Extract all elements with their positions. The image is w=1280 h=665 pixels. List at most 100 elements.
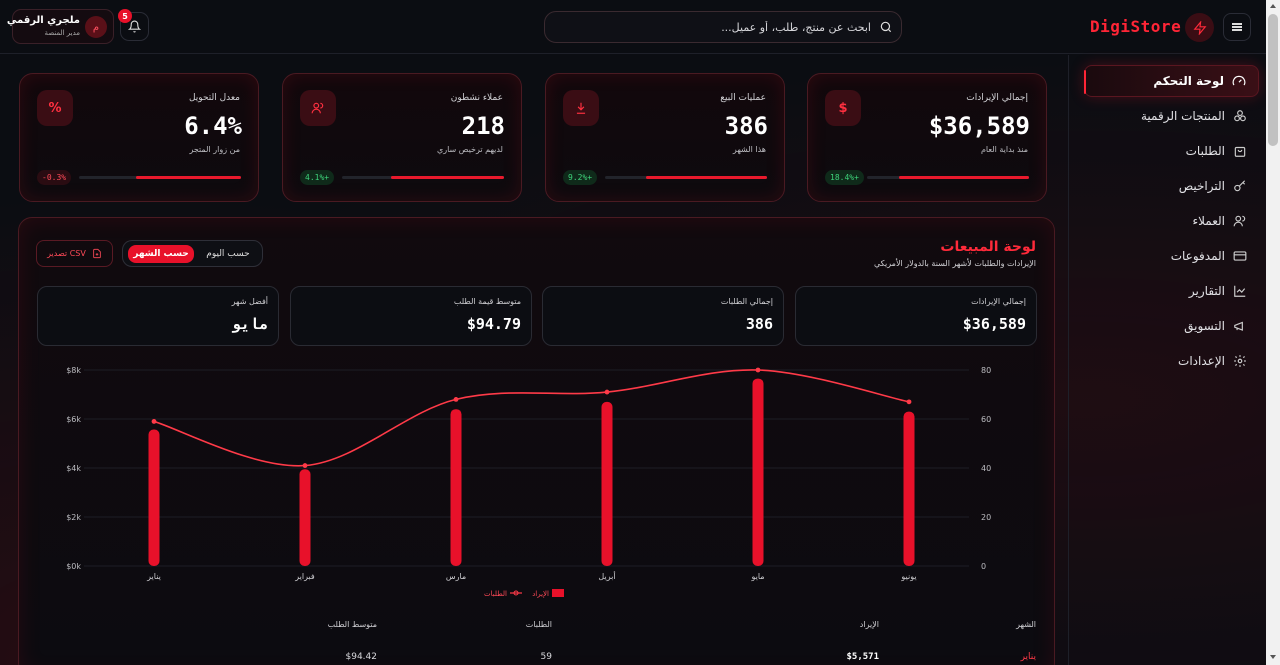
- y-left-tick-label: $0k: [66, 562, 81, 571]
- gear-icon: [1233, 354, 1247, 368]
- toggle-by-month[interactable]: حسب الشهر: [128, 245, 194, 263]
- x-tick-label: يونيو: [900, 572, 916, 581]
- brand-logo-text: DigiStore: [1090, 17, 1182, 36]
- dollar-icon: $: [825, 90, 861, 126]
- x-tick-label: فبراير: [294, 572, 315, 581]
- notification-badge: 5: [118, 9, 132, 23]
- scrollbar-thumb[interactable]: [1268, 14, 1278, 146]
- trend-badge: 4.1%+: [300, 170, 335, 185]
- kpi-card-revenue: $ إجمالي الإيرادات $36,589 منذ بداية الع…: [807, 73, 1047, 202]
- trend-badge: 9.2%+: [563, 170, 598, 185]
- trend-badge: 18.4%+: [825, 170, 864, 185]
- sidebar-item-label: الإعدادات: [1178, 354, 1225, 368]
- progress-bar: [867, 176, 1029, 179]
- kpi-value: $36,589: [928, 112, 1030, 140]
- table-cell-avg: $94.42: [345, 652, 378, 662]
- table-cell-revenue: $5,571: [846, 652, 879, 662]
- sidebar-item-label: المدفوعات: [1170, 249, 1225, 263]
- y-left-tick-label: $6k: [66, 415, 81, 424]
- progress-bar: [342, 176, 504, 179]
- y-left-tick-label: $2k: [66, 513, 81, 522]
- table-cell-month: يناير: [1020, 652, 1036, 662]
- stat-value: $94.79: [466, 315, 521, 333]
- progress-fill: [645, 176, 767, 179]
- sidebar-item-orders[interactable]: الطلبات: [1084, 135, 1259, 167]
- toggle-by-day[interactable]: حسب اليوم: [197, 245, 259, 263]
- sidebar-item-licenses[interactable]: التراخيص: [1084, 170, 1259, 202]
- scroll-up-arrow[interactable]: [1270, 4, 1276, 8]
- bell-icon: [128, 20, 141, 33]
- card-icon: [1233, 249, 1247, 263]
- kpi-value: 218: [461, 112, 505, 140]
- bag-icon: [1233, 144, 1247, 158]
- kpi-label: معدل التحويل: [188, 93, 240, 103]
- trend-badge: -0.3%: [37, 170, 72, 185]
- bolt-icon: [1185, 13, 1214, 42]
- gauge-icon: [1232, 74, 1246, 88]
- stat-label: أفضل شهر: [231, 297, 268, 306]
- scroll-down-arrow[interactable]: [1270, 655, 1276, 659]
- y-left-tick-label: $4k: [66, 464, 81, 473]
- sidebar-item-customers[interactable]: العملاء: [1084, 205, 1259, 237]
- kpi-value: 6.4%: [184, 112, 242, 140]
- sales-chart: $0k $2k $4k $6k $8k 0 20 40 60 80 يناير فبراير مارس أ…: [66, 366, 991, 598]
- x-tick-label: مايو: [750, 572, 764, 581]
- stat-card: إجمالي الطلبات 386: [542, 286, 784, 346]
- orders-line: [153, 369, 910, 467]
- sidebar-item-dashboard[interactable]: لوحة التحكم: [1084, 65, 1259, 97]
- chart-bar: [450, 409, 462, 566]
- chart-icon: [1233, 284, 1247, 298]
- period-toggle: حسب الشهر حسب اليوم: [122, 240, 263, 267]
- stat-card: متوسط قيمة الطلب $94.79: [290, 286, 532, 346]
- x-tick-label: مارس: [446, 572, 466, 581]
- sidebar-item-settings[interactable]: الإعدادات: [1084, 345, 1259, 377]
- stat-card: أفضل شهر مايو: [37, 286, 279, 346]
- progress-fill: [390, 176, 504, 179]
- kpi-subtitle: لديهم ترخيص ساري: [436, 145, 503, 154]
- orders-point: [755, 367, 761, 373]
- kpi-subtitle: هذا الشهر: [732, 145, 766, 154]
- sidebar: لوحة التحكم المنتجات الرقمية الطلبات الت…: [1068, 55, 1266, 665]
- top-bar: م ملجري الرقمي مدير المنصة 5 DigiStore: [0, 0, 1266, 54]
- orders-point: [453, 397, 459, 402]
- user-profile-button[interactable]: م ملجري الرقمي مدير المنصة: [7, 9, 114, 44]
- stat-label: إجمالي الإيرادات: [971, 297, 1026, 306]
- users-icon: [1233, 214, 1247, 228]
- orders-point: [302, 463, 308, 468]
- orders-point: [906, 399, 912, 405]
- sales-panel: لوحة المبيعات الإيرادات والطلبات لأشهر ا…: [18, 217, 1055, 665]
- table-header-month: الشهر: [1016, 620, 1036, 629]
- stat-value: مايو: [231, 315, 268, 333]
- kpi-subtitle: من زوار المتجر: [189, 145, 240, 154]
- stat-label: متوسط قيمة الطلب: [453, 297, 521, 306]
- panel-title: لوحة المبيعات: [940, 239, 1036, 255]
- chart-bar: [752, 378, 764, 566]
- export-csv-button[interactable]: تصدير CSV: [36, 240, 113, 267]
- search-box[interactable]: [544, 11, 902, 43]
- percent-icon: %: [37, 90, 73, 126]
- progress-fill: [135, 176, 241, 179]
- y-right-tick-label: 80: [981, 366, 991, 375]
- sidebar-item-marketing[interactable]: التسويق: [1084, 310, 1259, 342]
- sidebar-item-products[interactable]: المنتجات الرقمية: [1084, 100, 1259, 132]
- file-export-icon: [93, 248, 101, 259]
- y-right-tick-label: 60: [981, 415, 991, 424]
- stat-value: $36,589: [962, 315, 1026, 333]
- stat-card: إجمالي الإيرادات $36,589: [795, 286, 1037, 346]
- sidebar-item-reports[interactable]: التقارير: [1084, 275, 1259, 307]
- table-header-revenue: الإيراد: [859, 620, 879, 629]
- orders-point: [151, 419, 157, 424]
- orders-point: [604, 389, 610, 395]
- notifications-button[interactable]: 5: [118, 9, 149, 41]
- y-right-tick-label: 0: [981, 562, 986, 571]
- chart-bar: [903, 411, 915, 566]
- y-right-tick-label: 20: [981, 513, 991, 522]
- chart-bar: [601, 401, 613, 566]
- stat-value: 386: [745, 315, 773, 333]
- sidebar-item-label: لوحة التحكم: [1153, 74, 1224, 88]
- kpi-label: إجمالي الإيرادات: [966, 93, 1028, 103]
- search-input[interactable]: [555, 12, 871, 42]
- sidebar-item-payments[interactable]: المدفوعات: [1084, 240, 1259, 272]
- menu-icon: [1232, 26, 1242, 28]
- menu-toggle-button[interactable]: [1223, 13, 1251, 41]
